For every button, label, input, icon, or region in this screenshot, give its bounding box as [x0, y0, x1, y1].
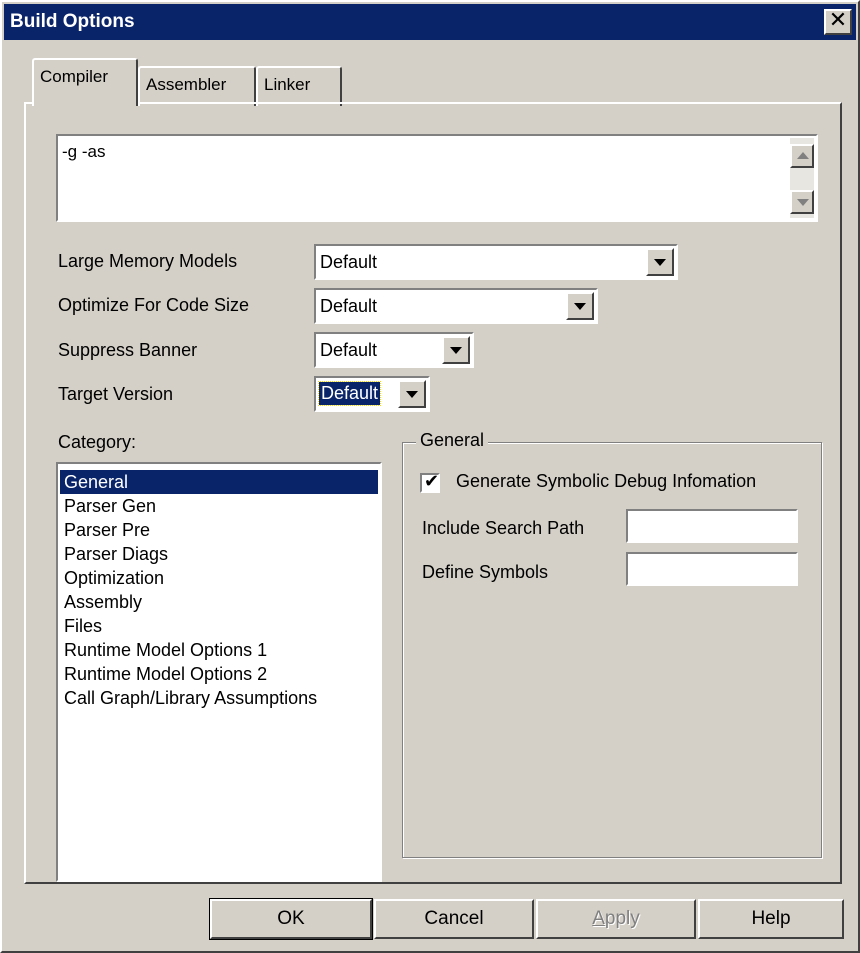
close-button[interactable]: ✕ — [824, 9, 852, 35]
cancel-button-label: Cancel — [424, 908, 484, 929]
tab-assembler[interactable]: Assembler — [138, 66, 256, 106]
apply-mnemonic: A — [592, 908, 605, 929]
build-options-dialog: Build Options ✕ Compiler Assembler Linke… — [0, 0, 860, 953]
help-button[interactable]: Help — [698, 899, 844, 939]
cancel-button[interactable]: Cancel — [374, 899, 534, 939]
ok-button[interactable]: OK — [209, 898, 373, 940]
apply-button-label: pply — [604, 908, 640, 929]
title-bar[interactable]: Build Options ✕ — [4, 4, 856, 40]
ok-button-label: OK — [277, 908, 305, 929]
window-title: Build Options — [10, 11, 135, 32]
tab-linker[interactable]: Linker — [256, 66, 342, 106]
close-icon: ✕ — [828, 8, 848, 33]
tab-assembler-label: Assembler — [146, 75, 227, 94]
apply-button[interactable]: Apply — [536, 899, 696, 939]
tab-compiler-label: Compiler — [40, 67, 109, 86]
help-button-label: Help — [751, 908, 791, 929]
compiler-tab-panel — [24, 102, 842, 884]
tab-linker-label: Linker — [264, 75, 311, 94]
tab-compiler[interactable]: Compiler — [32, 58, 138, 106]
